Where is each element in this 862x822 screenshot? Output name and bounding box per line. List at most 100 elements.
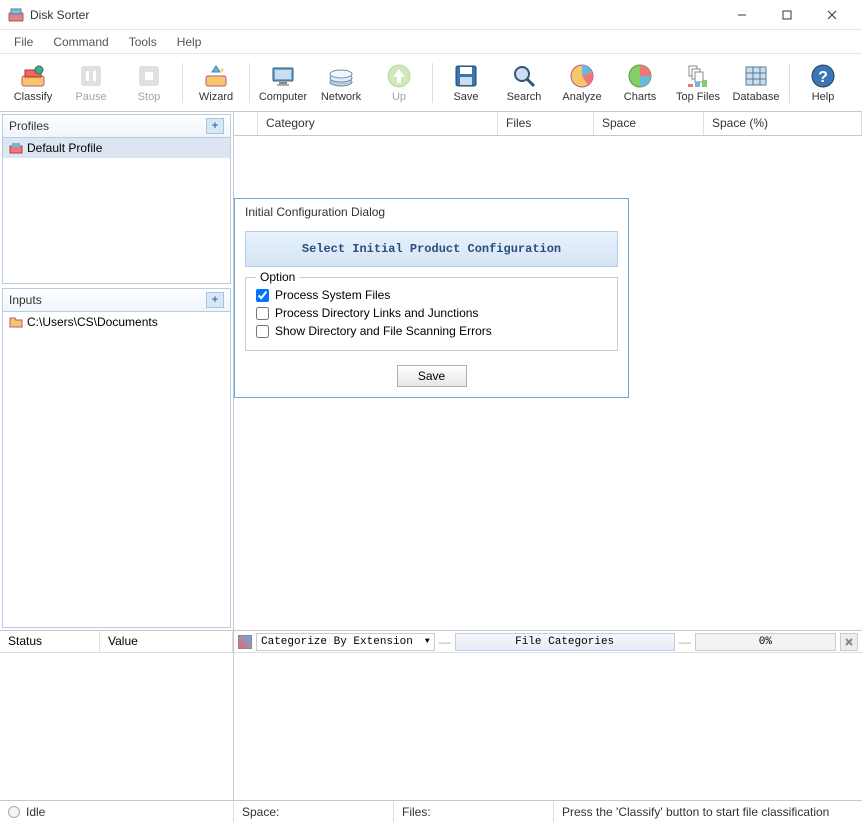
help-button[interactable]: ? Help <box>794 57 852 109</box>
toolbar: Classify Pause Stop Wizard Computer Netw… <box>0 54 862 112</box>
status-body <box>0 653 233 800</box>
network-icon <box>327 62 355 90</box>
charts-icon <box>626 62 654 90</box>
stop-icon <box>135 62 163 90</box>
option-checkbox[interactable] <box>256 289 269 302</box>
statusbar: Idle Space: Files: Press the 'Classify' … <box>0 800 862 822</box>
maximize-button[interactable] <box>764 0 809 30</box>
clear-button[interactable] <box>840 633 858 651</box>
option-checkbox[interactable] <box>256 307 269 320</box>
progress-bar: 0% <box>695 633 836 651</box>
sb-hint: Press the 'Classify' button to start fil… <box>554 801 862 822</box>
option-label: Process Directory Links and Junctions <box>275 306 478 320</box>
save-button[interactable]: Save <box>437 57 495 109</box>
menu-help[interactable]: Help <box>167 33 212 51</box>
search-label: Search <box>507 91 542 103</box>
search-button[interactable]: Search <box>495 57 553 109</box>
profile-icon <box>9 141 23 155</box>
dialog-group-label: Option <box>256 270 299 284</box>
dialog-title: Initial Configuration Dialog <box>235 199 628 225</box>
computer-button[interactable]: Computer <box>254 57 312 109</box>
network-button[interactable]: Network <box>312 57 370 109</box>
computer-icon <box>269 62 297 90</box>
col-files[interactable]: Files <box>498 112 594 135</box>
menu-command[interactable]: Command <box>43 33 118 51</box>
topfiles-label: Top Files <box>676 91 720 103</box>
sb-state: Idle <box>26 805 45 819</box>
col-spacepct[interactable]: Space (%) <box>704 112 862 135</box>
database-button[interactable]: Database <box>727 57 785 109</box>
close-button[interactable] <box>809 0 854 30</box>
toolbar-separator <box>182 63 183 103</box>
inputs-header: Inputs + <box>3 289 230 312</box>
col-value[interactable]: Value <box>100 631 233 652</box>
profiles-title: Profiles <box>9 119 49 133</box>
charts-button[interactable]: Charts <box>611 57 669 109</box>
menu-tools[interactable]: Tools <box>119 33 167 51</box>
analyze-button[interactable]: Analyze <box>553 57 611 109</box>
option-process-system-files[interactable]: Process System Files <box>256 286 607 304</box>
save-label: Save <box>453 91 478 103</box>
menu-file[interactable]: File <box>4 33 43 51</box>
details-body <box>234 653 862 800</box>
pause-button[interactable]: Pause <box>62 57 120 109</box>
save-icon <box>452 62 480 90</box>
col-status[interactable]: Status <box>0 631 100 652</box>
up-button[interactable]: Up <box>370 57 428 109</box>
analyze-icon <box>568 62 596 90</box>
dialog-save-button[interactable]: Save <box>397 365 467 387</box>
separator-dash: — <box>679 635 691 649</box>
help-icon: ? <box>809 62 837 90</box>
inputs-list: C:\Users\CS\Documents <box>3 312 230 332</box>
option-label: Show Directory and File Scanning Errors <box>275 324 492 338</box>
inputs-panel: Inputs + C:\Users\CS\Documents <box>2 288 231 628</box>
profiles-list: Default Profile <box>3 138 230 158</box>
minimize-button[interactable] <box>719 0 764 30</box>
up-icon <box>385 62 413 90</box>
option-show-scanning-errors[interactable]: Show Directory and File Scanning Errors <box>256 322 607 340</box>
wizard-button[interactable]: Wizard <box>187 57 245 109</box>
titlebar: Disk Sorter <box>0 0 862 30</box>
profile-item[interactable]: Default Profile <box>3 138 230 158</box>
wizard-label: Wizard <box>199 91 233 103</box>
pause-label: Pause <box>75 91 106 103</box>
profiles-header: Profiles + <box>3 115 230 138</box>
wizard-icon <box>202 62 230 90</box>
topfiles-icon <box>684 62 712 90</box>
sb-space: Space: <box>234 801 394 822</box>
option-process-directory-links[interactable]: Process Directory Links and Junctions <box>256 304 607 322</box>
up-label: Up <box>392 91 406 103</box>
left-column: Profiles + Default Profile Inputs + C:\U… <box>0 112 234 630</box>
category-gutter <box>234 112 258 135</box>
classify-label: Classify <box>14 91 53 103</box>
topfiles-button[interactable]: Top Files <box>669 57 727 109</box>
toolbar-separator <box>249 63 250 103</box>
option-label: Process System Files <box>275 288 390 302</box>
analyze-label: Analyze <box>562 91 601 103</box>
separator-dash: — <box>439 635 451 649</box>
search-icon <box>510 62 538 90</box>
inputs-title: Inputs <box>9 293 42 307</box>
app-icon <box>8 7 24 23</box>
window-title: Disk Sorter <box>30 8 89 22</box>
col-space[interactable]: Space <box>594 112 704 135</box>
profiles-add-button[interactable]: + <box>206 118 224 134</box>
filter-bar: Categorize By Extension ▼ — File Categor… <box>234 631 862 653</box>
config-dialog: Initial Configuration Dialog Select Init… <box>234 198 629 398</box>
dialog-body: Select Initial Product Configuration Opt… <box>235 225 628 397</box>
stop-button[interactable]: Stop <box>120 57 178 109</box>
profiles-panel: Profiles + Default Profile <box>2 114 231 284</box>
close-icon <box>844 637 854 647</box>
dialog-options-group: Option Process System Files Process Dire… <box>245 277 618 351</box>
computer-label: Computer <box>259 91 307 103</box>
status-dot-icon <box>8 806 20 818</box>
inputs-add-button[interactable]: + <box>206 292 224 308</box>
categorize-combo[interactable]: Categorize By Extension ▼ <box>256 633 435 651</box>
option-checkbox[interactable] <box>256 325 269 338</box>
classify-button[interactable]: Classify <box>4 57 62 109</box>
input-item[interactable]: C:\Users\CS\Documents <box>3 312 230 332</box>
file-categories-button[interactable]: File Categories <box>455 633 675 651</box>
folder-icon <box>9 315 23 329</box>
toolbar-separator <box>789 63 790 103</box>
col-category[interactable]: Category <box>258 112 498 135</box>
